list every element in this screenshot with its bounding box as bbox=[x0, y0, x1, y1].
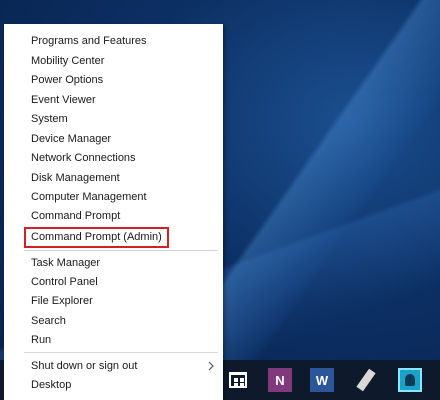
menu-item-network-connections[interactable]: Network Connections bbox=[4, 148, 223, 168]
menu-item-shut-down-or-sign-out[interactable]: Shut down or sign out bbox=[4, 356, 223, 376]
highlight-box bbox=[24, 227, 169, 248]
menu-item-device-manager[interactable]: Device Manager bbox=[4, 129, 223, 149]
menu-item-run[interactable]: Run bbox=[4, 330, 223, 350]
store-icon[interactable] bbox=[226, 368, 250, 392]
menu-item-event-viewer[interactable]: Event Viewer bbox=[4, 90, 223, 110]
photo-icon[interactable] bbox=[398, 368, 422, 392]
menu-item-computer-management[interactable]: Computer Management bbox=[4, 187, 223, 207]
menu-item-file-explorer[interactable]: File Explorer bbox=[4, 291, 223, 311]
menu-item-programs-and-features[interactable]: Programs and Features bbox=[4, 31, 223, 51]
menu-item-disk-management[interactable]: Disk Management bbox=[4, 168, 223, 188]
menu-item-control-panel[interactable]: Control Panel bbox=[4, 272, 223, 292]
word-icon[interactable]: W bbox=[310, 368, 334, 392]
menu-item-power-options[interactable]: Power Options bbox=[4, 70, 223, 90]
menu-divider bbox=[24, 250, 218, 251]
menu-item-mobility-center[interactable]: Mobility Center bbox=[4, 51, 223, 71]
onenote-icon[interactable]: N bbox=[268, 368, 292, 392]
menu-item-desktop[interactable]: Desktop bbox=[4, 375, 223, 395]
power-user-menu: Programs and Features Mobility Center Po… bbox=[4, 24, 223, 400]
pen-icon[interactable] bbox=[354, 368, 378, 392]
menu-item-command-prompt[interactable]: Command Prompt bbox=[4, 206, 223, 226]
menu-item-search[interactable]: Search bbox=[4, 311, 223, 331]
menu-item-task-manager[interactable]: Task Manager bbox=[4, 253, 223, 273]
chevron-right-icon bbox=[207, 360, 215, 372]
menu-item-system[interactable]: System bbox=[4, 109, 223, 129]
menu-divider bbox=[24, 352, 218, 353]
